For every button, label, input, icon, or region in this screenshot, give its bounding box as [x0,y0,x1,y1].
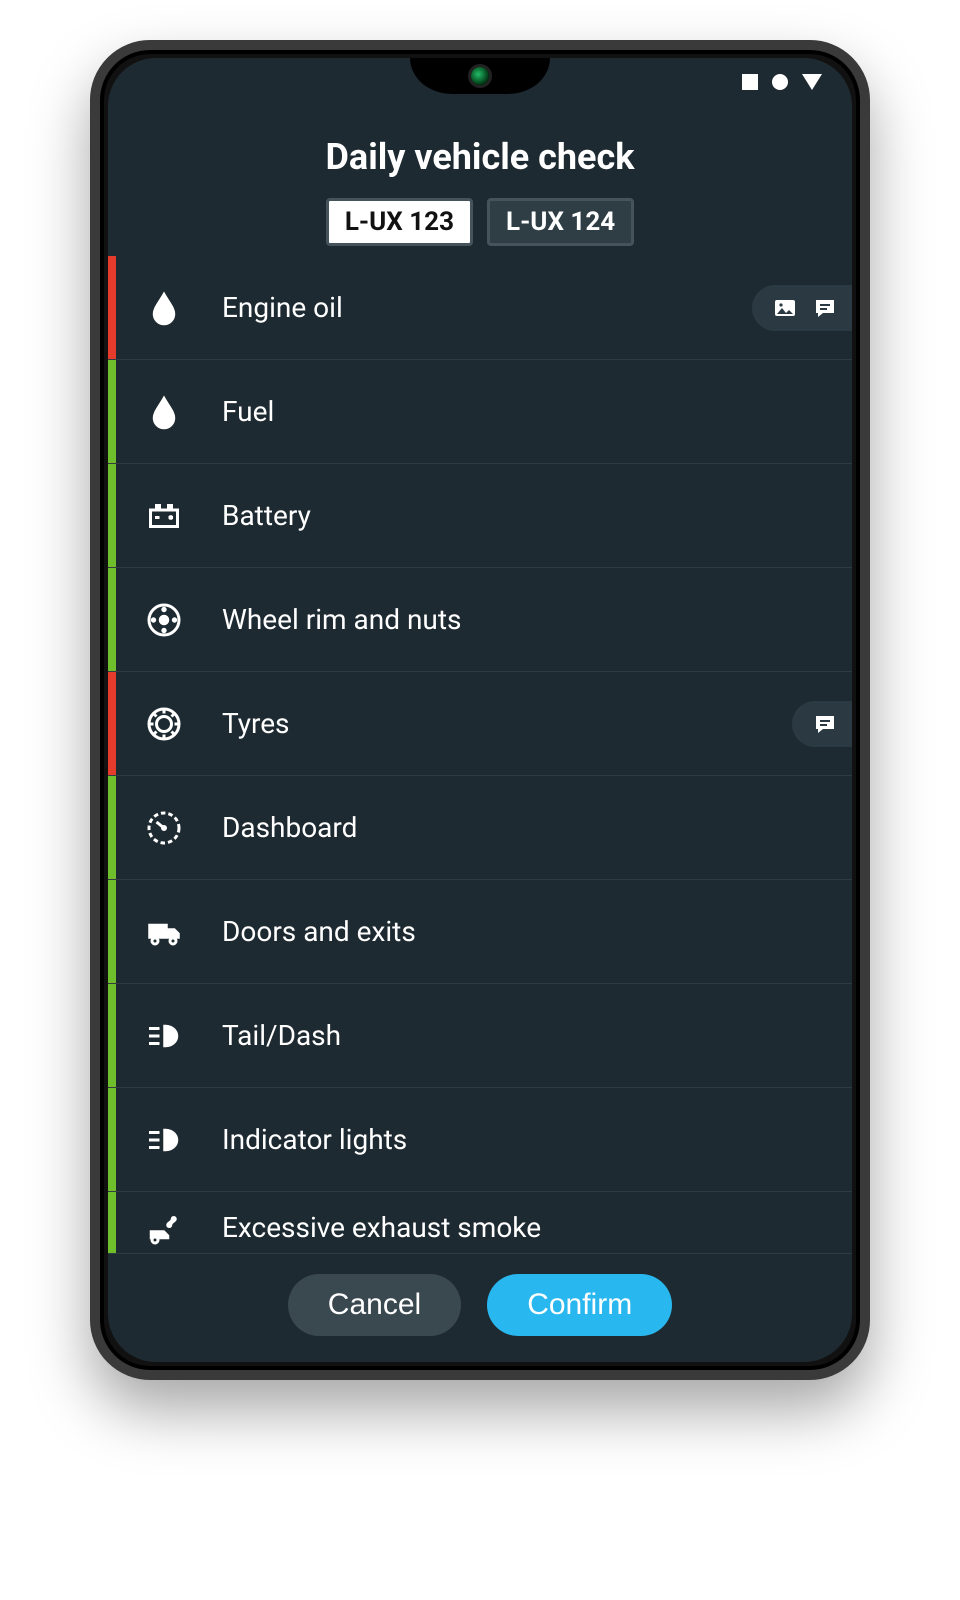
status-strip [108,672,116,775]
notch [410,58,550,94]
checklist-item-label: Indicator lights [222,1123,832,1156]
status-strip [108,1192,116,1253]
cancel-button[interactable]: Cancel [288,1274,461,1336]
checklist-item[interactable]: Engine oil [108,256,852,360]
exhaust-icon [136,1210,192,1246]
checklist-item-label: Battery [222,499,832,532]
vehicle-tab-0[interactable]: L-UX 123 [326,198,473,246]
checklist-item[interactable]: Wheel rim and nuts [108,568,852,672]
screen: Daily vehicle check L-UX 123 L-UX 124 En… [108,58,852,1362]
status-strip [108,360,116,463]
drop-icon [136,290,192,326]
checklist-item[interactable]: Tyres [108,672,852,776]
status-strip [108,880,116,983]
status-square-icon [742,74,758,90]
checklist-item[interactable]: Excessive exhaust smoke [108,1192,852,1253]
vehicle-tabs: L-UX 123 L-UX 124 [108,198,852,256]
checklist-item-label: Tail/Dash [222,1019,832,1052]
item-actions [792,701,852,747]
footer: Cancel Confirm [108,1253,852,1362]
checklist-item-label: Doors and exits [222,915,832,948]
status-triangle-icon [802,74,822,90]
confirm-button[interactable]: Confirm [487,1274,672,1336]
checklist-item[interactable]: Dashboard [108,776,852,880]
truck-icon [136,914,192,950]
checklist-item[interactable]: Battery [108,464,852,568]
phone-frame: Daily vehicle check L-UX 123 L-UX 124 En… [90,40,870,1380]
checklist-item-label: Excessive exhaust smoke [222,1211,832,1244]
drop-icon [136,394,192,430]
vehicle-tab-1[interactable]: L-UX 124 [487,198,634,246]
status-strip [108,776,116,879]
checklist-item[interactable]: Tail/Dash [108,984,852,1088]
checklist-item[interactable]: Indicator lights [108,1088,852,1192]
header: Daily vehicle check [108,106,852,198]
checklist-item-label: Fuel [222,395,832,428]
checklist-item-label: Engine oil [222,291,752,324]
front-camera [471,67,489,85]
checklist: Engine oil Fuel Battery Wheel rim and nuts T… [108,256,852,1253]
status-strip [108,464,116,567]
status-strip [108,984,116,1087]
comment-icon[interactable] [810,295,840,321]
headlight-icon [136,1122,192,1158]
status-circle-icon [772,74,788,90]
item-actions [752,285,852,331]
wheel-icon [136,602,192,638]
checklist-item-label: Dashboard [222,811,832,844]
gauge-icon [136,810,192,846]
checklist-item-label: Wheel rim and nuts [222,603,832,636]
page-title: Daily vehicle check [128,136,832,178]
checklist-item[interactable]: Fuel [108,360,852,464]
status-strip [108,1088,116,1191]
status-strip [108,568,116,671]
photo-icon[interactable] [770,295,800,321]
checklist-item[interactable]: Doors and exits [108,880,852,984]
status-strip [108,256,116,359]
headlight-icon [136,1018,192,1054]
battery-icon [136,498,192,534]
comment-icon[interactable] [810,711,840,737]
checklist-item-label: Tyres [222,707,792,740]
tyre-icon [136,706,192,742]
